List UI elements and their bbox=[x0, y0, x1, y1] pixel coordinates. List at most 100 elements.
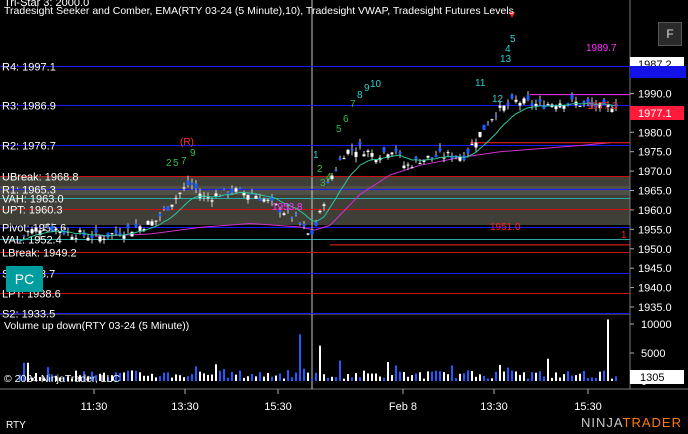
candle-body bbox=[518, 103, 522, 106]
volume-bar bbox=[599, 371, 601, 381]
time-axis-label: 13:30 bbox=[480, 401, 508, 413]
value-area-band bbox=[0, 176, 630, 225]
volume-bar bbox=[439, 371, 441, 381]
candle-body bbox=[438, 148, 442, 152]
price-axis-label: 1940.0 bbox=[638, 283, 672, 295]
volume-bar bbox=[387, 361, 389, 381]
setup-number: 11 bbox=[475, 78, 486, 89]
candle-body bbox=[482, 124, 486, 130]
volume-bar bbox=[167, 372, 169, 381]
candle-body bbox=[222, 187, 226, 189]
f-button[interactable]: F bbox=[658, 22, 682, 46]
volume-bar bbox=[555, 372, 557, 381]
candle-body bbox=[258, 198, 262, 201]
volume-bar bbox=[435, 370, 437, 381]
pc-button[interactable]: PC bbox=[6, 266, 43, 292]
candle-body bbox=[578, 105, 582, 107]
ninjatrader-logo: NINJATRADER bbox=[581, 415, 682, 430]
candle-body bbox=[198, 193, 202, 198]
volume-bar bbox=[191, 374, 193, 381]
volume-bar bbox=[179, 375, 181, 381]
level-label: R2: 1976.7 bbox=[2, 141, 56, 153]
symbol-label: RTY bbox=[6, 420, 26, 431]
time-axis-label: 13:30 bbox=[171, 401, 199, 413]
candle-body bbox=[502, 105, 506, 111]
candle-body bbox=[246, 194, 250, 200]
candle-body bbox=[230, 188, 234, 193]
volume-bar bbox=[611, 378, 613, 381]
chart-annotation: 1989.7 bbox=[586, 43, 617, 54]
volume-bar bbox=[379, 376, 381, 381]
candle-body bbox=[322, 204, 326, 206]
candle-body bbox=[410, 167, 414, 169]
candle-body bbox=[498, 105, 502, 108]
setup-number: 5 bbox=[173, 158, 179, 169]
volume-bar bbox=[123, 372, 125, 381]
price-tag2: 1977.1 bbox=[638, 108, 672, 120]
volume-bar bbox=[143, 375, 145, 381]
candle-body bbox=[110, 233, 114, 235]
candle-body bbox=[362, 154, 366, 157]
time-axis-label: 15:30 bbox=[574, 401, 602, 413]
volume-bar bbox=[203, 373, 205, 381]
volume-bar bbox=[595, 377, 597, 381]
chart-canvas[interactable]: R4: 1997.1 R3: 1986.9 R2: 1976.7 UBreak: 19… bbox=[0, 0, 688, 434]
candle-body bbox=[486, 124, 490, 126]
volume-bar bbox=[559, 377, 561, 381]
volume-bar bbox=[207, 374, 209, 381]
setup-number: 5 bbox=[336, 124, 342, 135]
volume-bar bbox=[587, 378, 589, 381]
candle-body bbox=[466, 148, 470, 154]
candle-body bbox=[506, 102, 510, 106]
candle-body bbox=[26, 231, 30, 233]
candle-body bbox=[126, 224, 130, 229]
volume-bar bbox=[563, 374, 565, 381]
candle-body bbox=[106, 232, 110, 238]
candle-body bbox=[446, 152, 450, 154]
volume-bar bbox=[163, 372, 165, 381]
setup-number: 2 bbox=[166, 158, 172, 169]
candle-body bbox=[510, 94, 514, 99]
candle-body bbox=[182, 187, 186, 189]
volume-bar bbox=[431, 371, 433, 381]
r3-tag-bg bbox=[630, 66, 686, 78]
volume-bar bbox=[135, 370, 137, 381]
volume-bar bbox=[275, 375, 277, 381]
candle-body bbox=[130, 231, 134, 237]
chart-annotation: 1953.8 bbox=[272, 202, 303, 213]
volume-axis-label: 5000 bbox=[641, 348, 665, 360]
candle-body bbox=[30, 229, 34, 234]
candle-body bbox=[46, 226, 50, 228]
setup-number: 5 bbox=[510, 34, 516, 45]
setup-number: 4 bbox=[326, 172, 332, 183]
volume-bar bbox=[499, 364, 501, 381]
candle-body bbox=[394, 148, 398, 152]
volume-bar bbox=[567, 371, 569, 381]
setup-number: 2 bbox=[317, 164, 323, 175]
candle-body bbox=[546, 104, 550, 106]
price-axis-label: 1965.0 bbox=[638, 186, 672, 198]
level-label: S2: 1933.5 bbox=[2, 309, 55, 321]
volume-bar bbox=[139, 372, 141, 381]
volume-bar bbox=[339, 360, 341, 381]
volume-bar bbox=[447, 374, 449, 381]
volume-bar bbox=[519, 374, 521, 381]
volume-bar bbox=[411, 375, 413, 381]
candle-body bbox=[86, 237, 90, 241]
candle-body bbox=[146, 221, 150, 225]
price-axis-label: 1945.0 bbox=[638, 263, 672, 275]
volume-bar bbox=[279, 373, 281, 381]
time-axis-label: 11:30 bbox=[81, 401, 108, 413]
setup-number: 9 bbox=[190, 148, 196, 159]
candle-body bbox=[134, 223, 138, 228]
volume-bar bbox=[547, 358, 549, 381]
candle-body bbox=[162, 207, 166, 210]
volume-bar bbox=[175, 374, 177, 381]
volume-bar bbox=[315, 372, 317, 381]
volume-bar bbox=[363, 370, 365, 381]
volume-bar bbox=[591, 377, 593, 381]
setup-number: 6 bbox=[343, 114, 349, 125]
volume-bar bbox=[351, 377, 353, 381]
volume-bar bbox=[255, 376, 257, 381]
time-axis-label: Feb 8 bbox=[389, 401, 417, 413]
